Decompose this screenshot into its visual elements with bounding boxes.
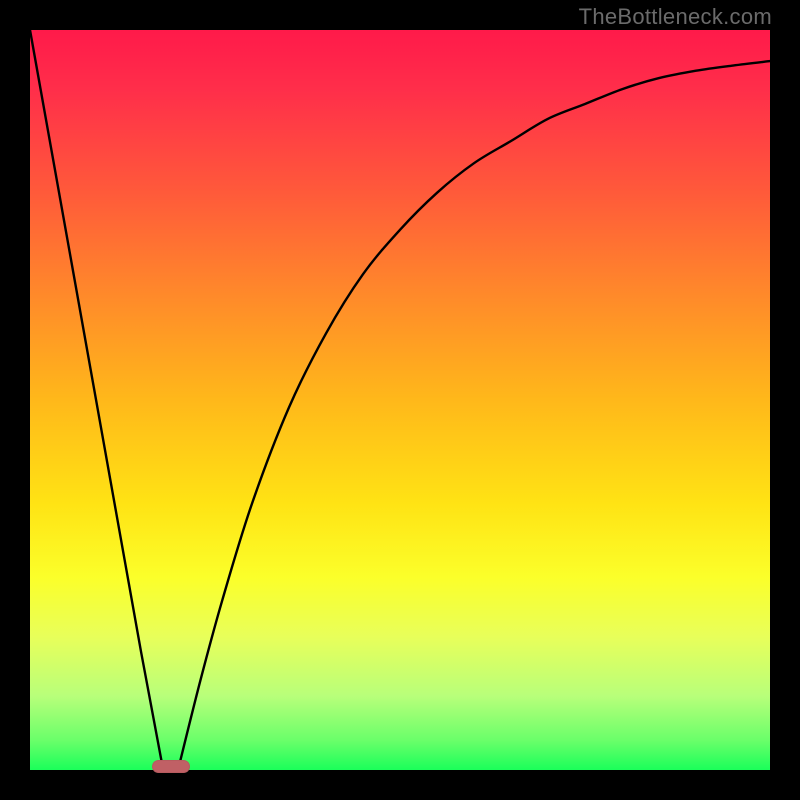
- chart-frame: TheBottleneck.com: [0, 0, 800, 800]
- watermark-text: TheBottleneck.com: [579, 4, 772, 30]
- plot-area: [30, 30, 770, 770]
- curve-right-branch: [178, 61, 770, 770]
- bottleneck-marker: [152, 760, 190, 773]
- bottleneck-curve: [30, 30, 770, 770]
- curve-left-branch: [30, 30, 163, 770]
